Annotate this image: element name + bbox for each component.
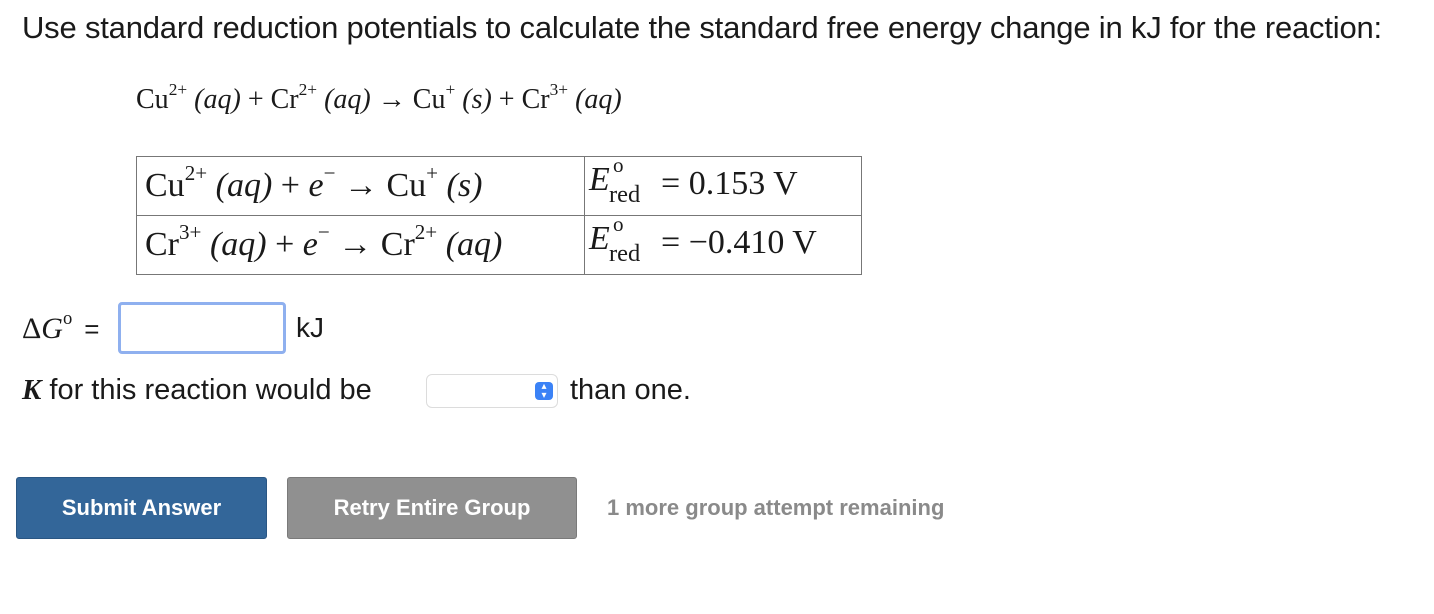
question-text: Use standard reduction potentials to cal… — [22, 10, 1382, 45]
overall-reaction: Cu2+ (aq) + Cr2+ (aq) → Cu+ (s) + Cr3+ (… — [136, 79, 622, 115]
delta-g-input[interactable] — [118, 302, 286, 354]
half-reaction-row: Cu2+ (aq) + e− → Cu+ (s) Eo red = 0.153 V — [136, 153, 862, 216]
delta-g-label: ΔGo = — [22, 308, 100, 345]
k-comparison-select[interactable]: ▴ ▾ — [426, 374, 558, 408]
product-cr: Cr3+ — [521, 79, 569, 115]
potential-value: −0.410 V — [688, 224, 817, 262]
k-question-text: K for this reaction would be — [22, 374, 372, 406]
submit-answer-button[interactable]: Submit Answer — [16, 477, 267, 539]
select-chevron-icon: ▴ ▾ — [535, 382, 553, 401]
reduction-potential: Eo red = 0.153 V — [584, 153, 862, 216]
reactant-cr: Cr2+ — [270, 79, 318, 115]
half-reaction-row: Cr3+ (aq) + e− → Cr2+ (aq) Eo red = −0.410… — [136, 212, 862, 275]
attempts-remaining-text: 1 more group attempt remaining — [607, 495, 945, 520]
reactant-cu: Cu2+ — [136, 79, 188, 115]
reaction-arrow: → — [377, 84, 406, 115]
potential-value: 0.153 V — [688, 165, 798, 203]
half-reaction-equation: Cr3+ (aq) + e− → Cr2+ (aq) — [136, 215, 585, 275]
product-cu: Cu+ — [412, 79, 456, 115]
delta-g-unit: kJ — [296, 312, 324, 343]
k-question-suffix: than one. — [570, 374, 691, 406]
retry-entire-group-button[interactable]: Retry Entire Group — [287, 477, 577, 539]
half-reaction-equation: Cu2+ (aq) + e− → Cu+ (s) — [136, 156, 585, 216]
half-reactions-table: Cu2+ (aq) + e− → Cu+ (s) Eo red = 0.153 V … — [136, 153, 862, 275]
reduction-potential: Eo red = −0.410 V — [584, 212, 862, 275]
